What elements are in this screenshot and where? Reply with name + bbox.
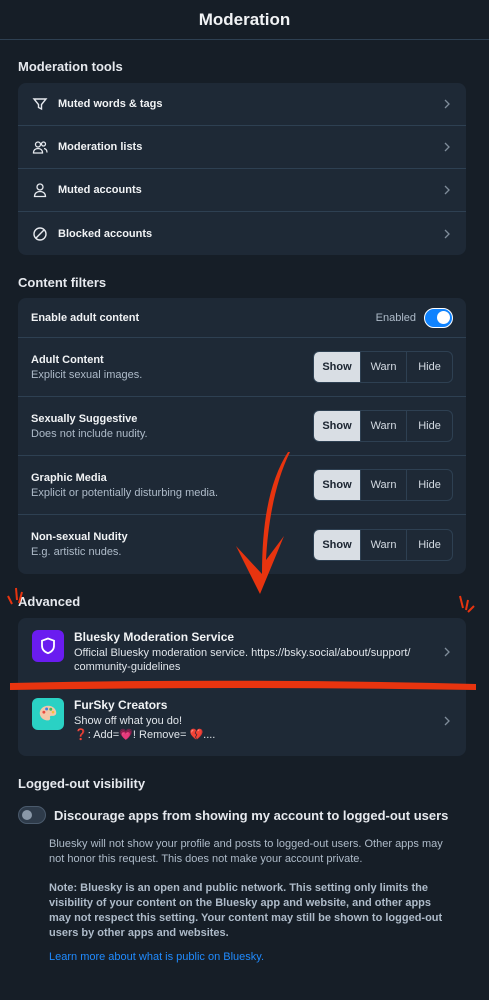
filter-segmented-control: Show Warn Hide <box>313 469 453 501</box>
warn-button[interactable]: Warn <box>360 470 406 500</box>
filter-row-nudity: Non-sexual Nudity E.g. artistic nudes. S… <box>18 515 466 574</box>
hide-button[interactable]: Hide <box>406 352 452 382</box>
show-button[interactable]: Show <box>314 411 360 441</box>
labeler-name: FurSky Creators <box>74 698 168 712</box>
labeler-desc-cont: ❓: Add=💗! Remove= 💔.... <box>74 729 216 741</box>
labeler-row-bluesky[interactable]: Bluesky Moderation Service Official Blue… <box>18 618 466 686</box>
logged-out-toggle[interactable] <box>18 806 46 824</box>
muted-accounts-label: Muted accounts <box>58 184 142 196</box>
warn-button[interactable]: Warn <box>360 352 406 382</box>
labeler-desc: Official Bluesky moderation service. htt… <box>74 647 411 659</box>
chevron-right-icon <box>442 716 452 726</box>
filter-title: Sexually Suggestive <box>31 412 138 425</box>
muted-words-row[interactable]: Muted words & tags <box>18 83 466 126</box>
palette-avatar <box>32 698 64 730</box>
users-icon <box>32 139 48 155</box>
moderation-tools-title: Moderation tools <box>18 59 123 74</box>
logged-out-toggle-row[interactable]: Discourage apps from showing my account … <box>0 806 489 824</box>
muted-accounts-row[interactable]: Muted accounts <box>18 169 466 212</box>
content-filters-card: Enable adult content Enabled Adult Conte… <box>18 298 466 574</box>
labelers-card: Bluesky Moderation Service Official Blue… <box>18 618 466 756</box>
blocked-accounts-label: Blocked accounts <box>58 227 153 240</box>
enable-adult-label: Enable adult content <box>31 311 140 324</box>
filter-title: Non-sexual Nudity <box>31 531 128 543</box>
labeler-desc: Show off what you do! <box>74 715 183 727</box>
filter-title: Graphic Media <box>31 471 107 484</box>
person-icon <box>32 182 48 198</box>
show-button[interactable]: Show <box>314 470 360 500</box>
moderation-lists-label: Moderation lists <box>58 141 143 153</box>
labeler-name: Bluesky Moderation Service <box>74 630 235 644</box>
show-button[interactable]: Show <box>314 352 360 382</box>
filter-icon <box>32 96 48 112</box>
labeler-row-fursky[interactable]: FurSky Creators Show off what you do! ❓:… <box>18 686 466 756</box>
muted-words-label: Muted words & tags <box>58 98 163 110</box>
filter-row-suggestive: Sexually Suggestive Does not include nud… <box>18 397 466 456</box>
enable-adult-row: Enable adult content Enabled <box>18 298 466 338</box>
logged-out-note-bold: Note: Bluesky is an open and public netw… <box>49 882 443 939</box>
content-filters-title: Content filters <box>18 275 107 290</box>
moderation-lists-row[interactable]: Moderation lists <box>18 126 466 169</box>
page-title: Moderation <box>198 9 291 29</box>
chevron-right-icon <box>442 99 452 109</box>
labeler-desc-cont: community-guidelines <box>74 661 181 673</box>
hide-button[interactable]: Hide <box>406 470 452 500</box>
chevron-right-icon <box>442 142 452 152</box>
logged-out-title: Logged-out visibility <box>18 776 146 791</box>
warn-button[interactable]: Warn <box>360 529 406 560</box>
chevron-right-icon <box>442 229 452 239</box>
filter-desc: E.g. artistic nudes. <box>31 546 122 558</box>
filter-segmented-control: Show Warn Hide <box>313 351 453 383</box>
filter-desc: Explicit or potentially disturbing media… <box>31 486 219 499</box>
logged-out-note: Bluesky will not show your profile and p… <box>49 838 443 865</box>
adult-content-toggle[interactable] <box>424 307 453 328</box>
header: Moderation <box>0 0 489 40</box>
filter-row-adult: Adult Content Explicit sexual images. Sh… <box>18 338 466 397</box>
filter-desc: Explicit sexual images. <box>31 368 143 381</box>
filter-desc: Does not include nudity. <box>31 427 148 440</box>
chevron-right-icon <box>442 185 452 195</box>
learn-more-link[interactable]: Learn more about what is public on Blues… <box>0 951 489 963</box>
filter-row-graphic: Graphic Media Explicit or potentially di… <box>18 456 466 515</box>
logged-out-toggle-label: Discourage apps from showing my account … <box>54 807 449 823</box>
blocked-accounts-row[interactable]: Blocked accounts <box>18 212 466 255</box>
filter-title: Adult Content <box>31 353 104 366</box>
filter-segmented-control: Show Warn Hide <box>313 528 453 561</box>
show-button[interactable]: Show <box>314 529 360 560</box>
hide-button[interactable]: Hide <box>406 529 452 560</box>
advanced-title: Advanced <box>18 594 81 609</box>
chevron-right-icon <box>442 647 452 657</box>
block-icon <box>32 226 48 242</box>
bluesky-shield-avatar <box>32 630 64 662</box>
filter-segmented-control: Show Warn Hide <box>313 410 453 442</box>
moderation-tools-card: Muted words & tags Moderation lists Mute… <box>18 83 466 255</box>
hide-button[interactable]: Hide <box>406 411 452 441</box>
enable-adult-state: Enabled <box>375 311 416 324</box>
warn-button[interactable]: Warn <box>360 411 406 441</box>
